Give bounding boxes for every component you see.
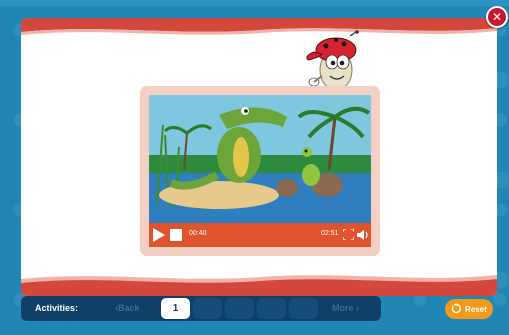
total-time: 02:51 bbox=[321, 230, 339, 237]
close-x-icon: ✕ bbox=[491, 10, 503, 24]
activity-page-button-current[interactable]: 1 bbox=[161, 298, 190, 319]
reset-button[interactable]: Reset bbox=[445, 299, 493, 319]
current-time: 00:40 bbox=[189, 230, 207, 237]
reset-icon bbox=[451, 303, 461, 314]
panel-bottom-banner bbox=[21, 275, 497, 296]
back-button[interactable]: ‹Back bbox=[115, 303, 140, 313]
activity-slot-empty bbox=[225, 298, 254, 319]
video-controls-bar: 00:40 02:51 bbox=[149, 223, 371, 247]
fullscreen-icon[interactable] bbox=[343, 229, 354, 240]
activity-slot-empty bbox=[257, 298, 286, 319]
activity-slot-empty bbox=[289, 298, 318, 319]
close-button[interactable]: ✕ bbox=[486, 6, 508, 28]
activities-label: Activities: bbox=[35, 303, 79, 313]
stop-icon[interactable] bbox=[170, 229, 182, 241]
more-button[interactable]: More › bbox=[332, 303, 359, 313]
activity-slot-empty bbox=[193, 298, 222, 319]
ladybug-mascot-illustration bbox=[306, 30, 359, 91]
panel-top-banner bbox=[21, 18, 497, 35]
video-frame-crocodile-and-frog-scene[interactable] bbox=[149, 95, 371, 223]
play-icon[interactable] bbox=[153, 228, 165, 242]
volume-icon[interactable] bbox=[357, 229, 369, 241]
top-strip bbox=[0, 0, 509, 6]
activities-navigation-bar: Activities: ‹Back 1 More › bbox=[21, 296, 381, 321]
reset-label: Reset bbox=[465, 305, 487, 314]
